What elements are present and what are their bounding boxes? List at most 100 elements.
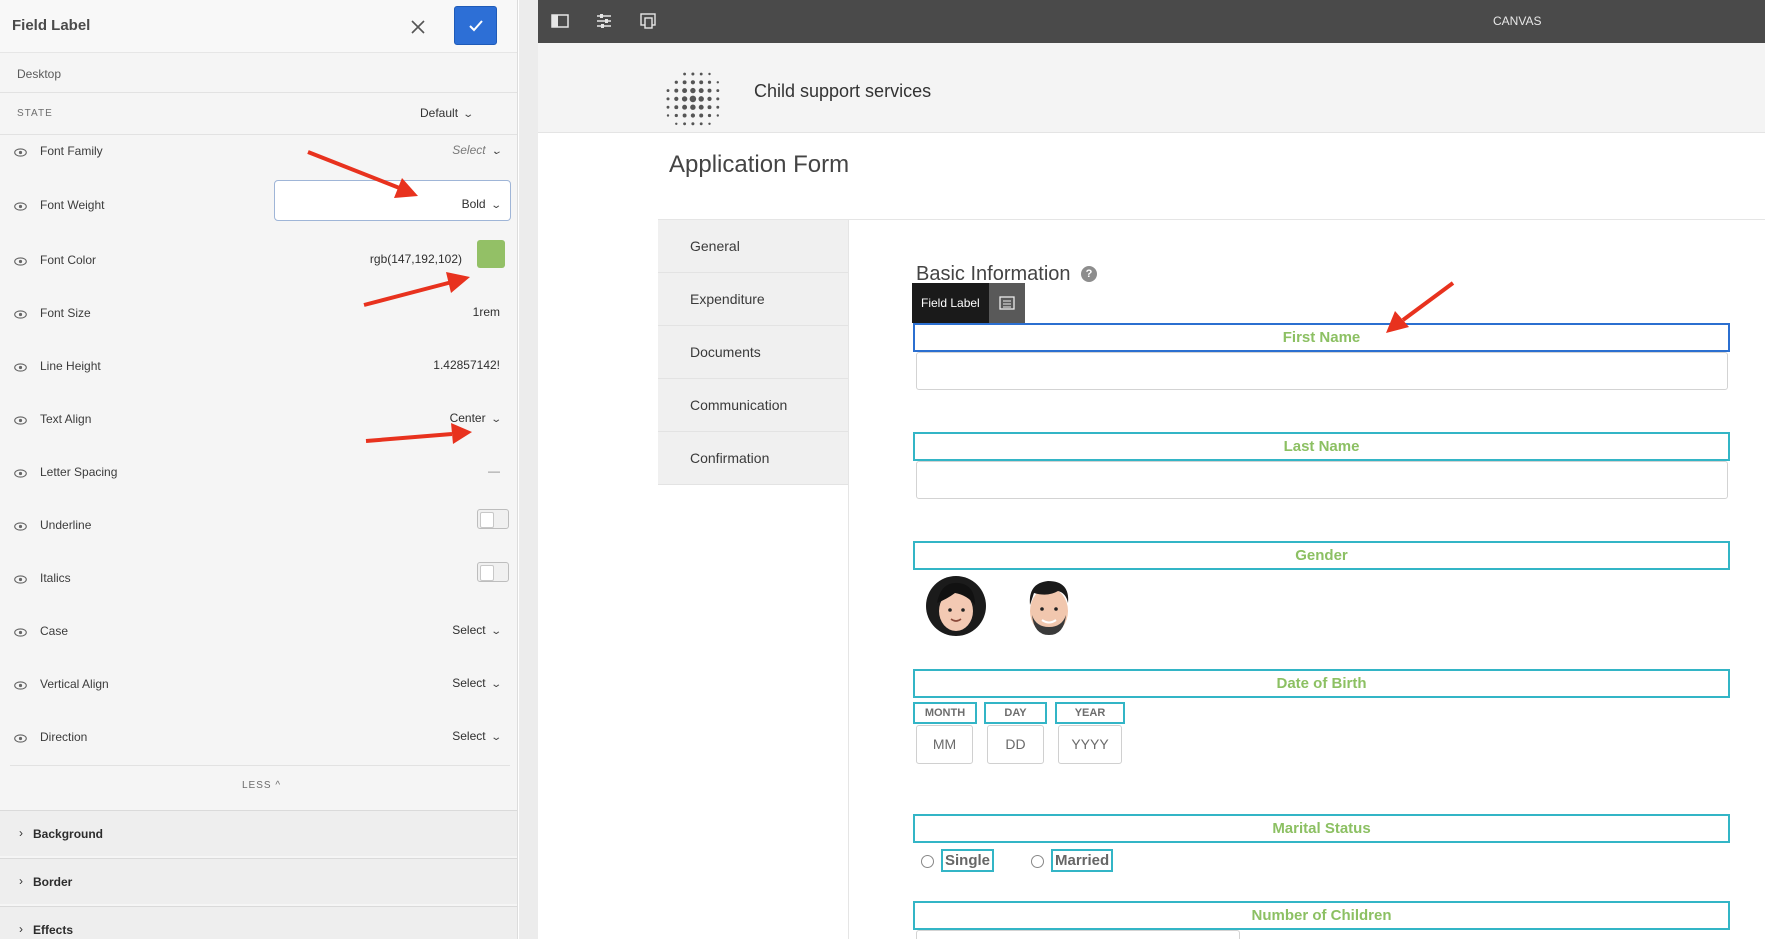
divider [10,765,510,766]
close-button[interactable] [405,14,431,40]
letter-spacing-input[interactable]: — [488,464,500,478]
dob-day-input[interactable]: DD [987,725,1044,764]
side-panel-icon[interactable] [550,11,570,31]
property-case: Case Select ⌄ [0,615,517,655]
dob-year-input[interactable]: YYYY [1058,725,1122,764]
eye-icon[interactable] [14,363,27,372]
property-value: Select [452,623,486,637]
device-label: Desktop [17,67,62,81]
male-avatar-icon[interactable] [1018,575,1080,637]
radio-single-label[interactable]: Single [941,849,995,872]
eye-icon[interactable] [14,416,27,425]
property-label: Font Color [40,253,97,267]
dob-label[interactable]: Date of Birth [913,669,1730,698]
property-label: Font Family [40,144,103,158]
property-vertical-align: Vertical Align Select ⌄ [0,668,517,708]
chevron-down-icon: ⌄ [489,626,502,637]
eye-icon[interactable] [14,469,27,478]
properties-sliders-icon[interactable] [594,11,614,31]
checkmark-icon [468,20,483,32]
tab-label: General [690,238,740,254]
dob-month-input[interactable]: MM [916,725,973,764]
font-size-input[interactable]: 1rem [473,305,500,319]
divider [0,92,517,93]
property-label: Text Align [40,412,92,426]
line-height-input[interactable]: 1.42857142! [433,358,500,372]
last-name-label[interactable]: Last Name [913,432,1730,461]
panel-title: Field Label [12,17,91,34]
font-family-select[interactable]: Select ⌄ [452,143,502,157]
tab-label: Documents [690,344,761,360]
case-select[interactable]: Select ⌄ [452,623,502,637]
less-toggle-button[interactable]: LESS ^ [242,780,281,791]
site-title: Child support services [754,81,932,101]
tab-confirmation[interactable]: Confirmation [658,432,848,485]
chevron-down-icon: ⌄ [489,679,502,690]
vertical-align-select[interactable]: Select ⌄ [452,676,502,690]
property-value: Select [452,729,486,743]
property-label: Letter Spacing [40,465,118,479]
eye-icon[interactable] [14,257,27,266]
tab-documents[interactable]: Documents [658,326,848,379]
property-label: Vertical Align [40,677,109,691]
site-header: Child support services [538,43,1765,133]
tab-label: Communication [690,397,788,413]
section-label: Background [33,827,104,841]
eye-icon[interactable] [14,734,27,743]
component-toolbar-label[interactable]: Field Label [912,283,989,323]
tab-general[interactable]: General [658,220,848,273]
state-select[interactable]: Default ⌄ [420,106,474,120]
property-value: Bold [461,197,486,211]
tab-communication[interactable]: Communication [658,379,848,432]
section-effects[interactable]: › Effects [0,906,517,939]
eye-icon[interactable] [14,148,27,157]
property-label: Case [40,624,69,638]
section-border[interactable]: › Border [0,858,517,904]
tab-label: Confirmation [690,450,770,466]
font-color-swatch[interactable] [477,240,505,268]
eye-icon[interactable] [14,202,27,211]
gender-label[interactable]: Gender [913,541,1730,570]
chevron-down-icon: ⌄ [489,146,502,157]
font-weight-select[interactable]: Bold ⌄ [461,197,502,211]
panel-divider [519,0,538,939]
property-line-height: Line Height 1.42857142! [0,350,517,390]
italics-toggle[interactable] [477,562,509,582]
logo-icon [666,72,720,126]
property-italics: Italics [0,562,517,602]
first-name-label[interactable]: First Name [913,323,1730,352]
last-name-input[interactable] [916,461,1728,499]
section-label: Border [33,875,73,889]
eye-icon[interactable] [14,310,27,319]
text-align-select[interactable]: Center ⌄ [450,411,502,425]
eye-icon[interactable] [14,681,27,690]
font-color-value[interactable]: rgb(147,192,102) [370,252,462,266]
property-label: Line Height [40,359,101,373]
underline-toggle[interactable] [477,509,509,529]
num-children-label[interactable]: Number of Children [913,901,1730,930]
eye-icon[interactable] [14,628,27,637]
female-avatar-icon[interactable] [925,575,987,637]
section-label: Effects [33,923,74,937]
direction-select[interactable]: Select ⌄ [452,729,501,743]
radio-single[interactable] [921,855,934,868]
emulator-icon[interactable] [638,11,658,31]
num-children-input[interactable] [916,930,1240,939]
eye-icon[interactable] [14,575,27,584]
eye-icon[interactable] [14,522,27,531]
first-name-input[interactable] [916,352,1728,390]
confirm-button[interactable] [454,6,497,45]
property-direction: Direction Select ⌄ [0,721,517,761]
radio-married-label[interactable]: Married [1051,849,1114,872]
property-label: Font Weight [40,198,105,212]
radio-married[interactable] [1031,855,1044,868]
help-icon[interactable]: ? [1081,266,1097,282]
section-background[interactable]: › Background [0,810,517,856]
tab-expenditure[interactable]: Expenditure [658,273,848,326]
divider [848,220,849,939]
configure-icon[interactable] [988,283,1025,323]
tab-label: Expenditure [690,291,765,307]
form-canvas: Child support services Application Form … [538,43,1765,939]
property-font-color: Font Color rgb(147,192,102) [0,244,517,284]
marital-status-label[interactable]: Marital Status [913,814,1730,843]
